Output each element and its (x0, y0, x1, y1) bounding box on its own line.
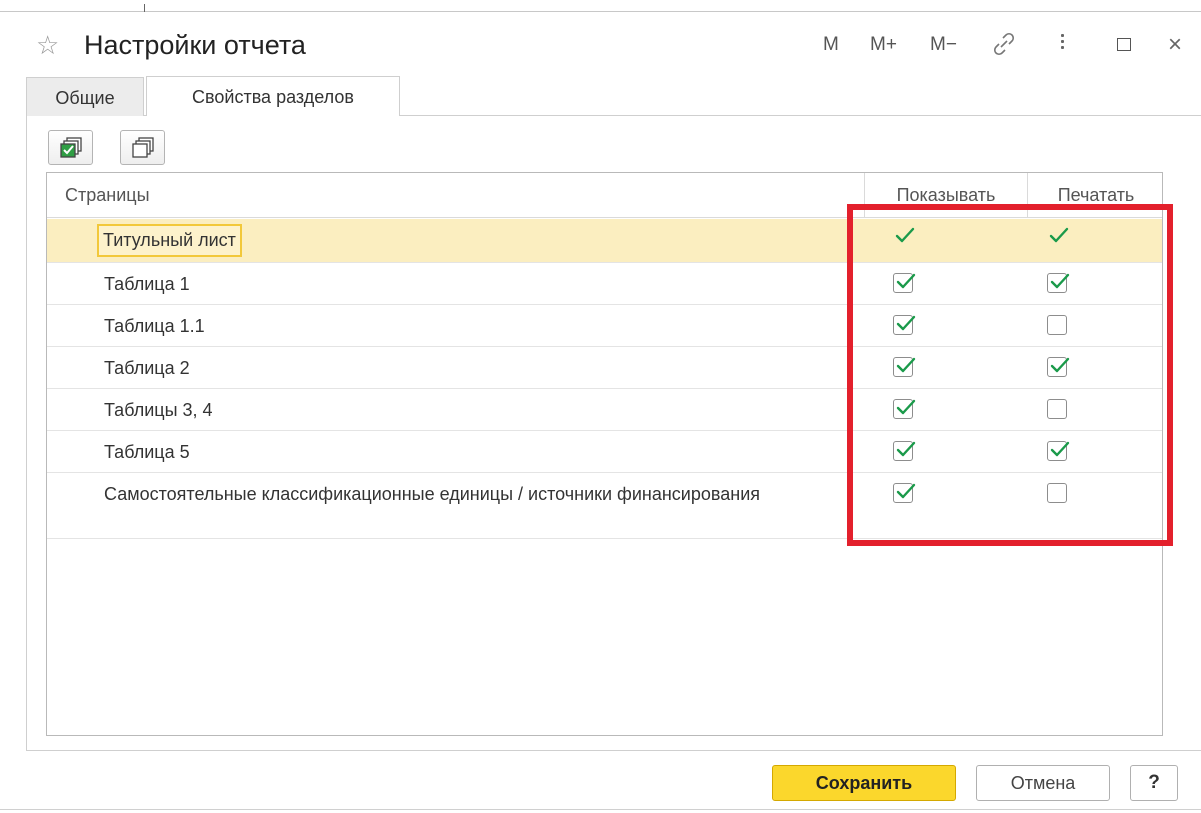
table-row[interactable]: Таблица 5 (47, 431, 1162, 473)
print-checkbox[interactable] (1047, 441, 1070, 461)
table-row[interactable]: Самостоятельные классификационные единиц… (47, 473, 1162, 539)
column-header-pages[interactable]: Страницы (65, 173, 150, 218)
show-checkbox[interactable] (893, 483, 916, 503)
print-checkbox[interactable] (1047, 357, 1070, 377)
column-header-print[interactable]: Печатать (1027, 173, 1162, 218)
top-divider (0, 11, 1201, 12)
show-checkbox[interactable] (893, 315, 916, 335)
print-checkbox[interactable] (1047, 483, 1067, 503)
title-bar: ☆ Настройки отчета M M+ M− × (0, 20, 1201, 70)
row-label: Самостоятельные классификационные единиц… (104, 484, 760, 504)
window-top-edge (0, 0, 1201, 14)
top-tick (144, 4, 145, 12)
row-label: Таблица 1 (104, 274, 190, 294)
uncheck-all-button[interactable] (120, 130, 165, 165)
table-row[interactable]: Таблица 2 (47, 347, 1162, 389)
more-icon[interactable] (1060, 34, 1066, 54)
memory-button[interactable]: M (823, 32, 839, 58)
sections-table: Страницы Показывать Печатать Титульный л… (46, 172, 1163, 736)
window-title: Настройки отчета (84, 30, 306, 60)
check-all-button[interactable] (48, 130, 93, 165)
close-icon[interactable]: × (1168, 32, 1182, 58)
save-button[interactable]: Сохранить (772, 765, 956, 801)
row-label: Таблицы 3, 4 (104, 400, 213, 420)
table-row[interactable]: Таблица 1 (47, 263, 1162, 305)
memory-plus-button[interactable]: M+ (870, 32, 897, 58)
print-checkbox[interactable] (1047, 315, 1067, 335)
print-checkbox[interactable] (1047, 227, 1069, 248)
check-all-icon (60, 137, 82, 158)
table-row[interactable]: Титульный лист (47, 219, 1162, 263)
row-label: Таблица 1.1 (104, 316, 205, 336)
help-button[interactable]: ? (1130, 765, 1178, 801)
star-icon[interactable]: ☆ (36, 28, 59, 62)
row-label: Титульный лист (97, 224, 242, 257)
uncheck-all-icon (132, 137, 154, 158)
link-icon[interactable] (990, 30, 1018, 63)
table-row[interactable]: Таблицы 3, 4 (47, 389, 1162, 431)
table-row[interactable]: Таблица 1.1 (47, 305, 1162, 347)
row-label: Таблица 5 (104, 442, 190, 462)
footer-divider (0, 809, 1201, 810)
show-checkbox[interactable] (893, 273, 916, 293)
show-checkbox[interactable] (893, 357, 916, 377)
row-label: Таблица 2 (104, 358, 190, 378)
tab-section-properties[interactable]: Свойства разделов (146, 76, 400, 116)
memory-minus-button[interactable]: M− (930, 32, 957, 58)
show-checkbox[interactable] (893, 441, 916, 461)
print-checkbox[interactable] (1047, 273, 1070, 293)
column-header-show[interactable]: Показывать (864, 173, 1027, 218)
show-checkbox[interactable] (893, 227, 915, 248)
print-checkbox[interactable] (1047, 399, 1067, 419)
table-header: Страницы Показывать Печатать (47, 173, 1162, 218)
tab-general[interactable]: Общие (26, 77, 144, 116)
show-checkbox[interactable] (893, 399, 916, 419)
maximize-icon[interactable] (1117, 38, 1131, 51)
cancel-button[interactable]: Отмена (976, 765, 1110, 801)
